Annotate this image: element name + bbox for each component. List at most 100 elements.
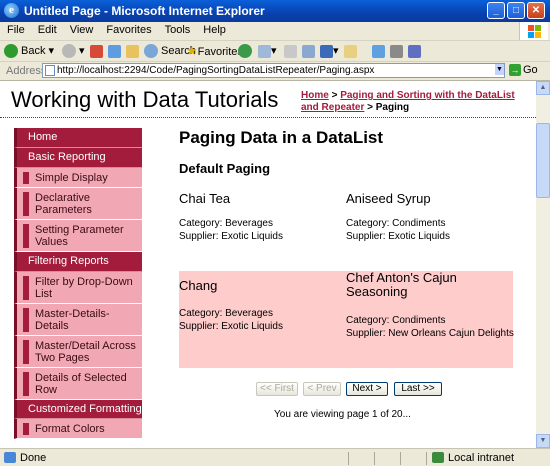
product-supplier: Supplier: Exotic Liquids [346, 231, 450, 242]
window-title-bar: e Untitled Page - Microsoft Internet Exp… [0, 0, 550, 22]
sidebar-item-declarative-parameters[interactable]: Declarative Parameters [14, 188, 142, 220]
ie-logo-icon: e [4, 3, 19, 18]
windows-flag-icon [519, 22, 548, 40]
breadcrumb-current: Paging [375, 102, 410, 113]
scroll-down-icon[interactable]: ▼ [536, 434, 550, 448]
research-icon [390, 44, 403, 58]
research-button[interactable] [390, 43, 403, 59]
product-item: Chai Tea Category: Beverages Supplier: E… [179, 191, 345, 251]
product-name: Aniseed Syrup [346, 191, 431, 206]
address-dropdown-icon[interactable]: ▼ [495, 64, 504, 75]
product-supplier: Supplier: Exotic Liquids [179, 321, 283, 332]
sidebar-item-format-colors[interactable]: Format Colors [14, 419, 142, 439]
mail-icon [284, 44, 297, 58]
go-arrow-icon: → [509, 64, 521, 77]
menu-edit[interactable]: Edit [31, 22, 63, 36]
address-input[interactable]: http://localhost:2294/Code/PagingSorting… [42, 63, 505, 78]
status-bar: Done Local intranet [0, 448, 550, 466]
go-button[interactable]: → Go [509, 64, 538, 77]
tools-extra-button[interactable] [408, 43, 421, 59]
favorites-button[interactable]: ★Favorites [186, 43, 243, 59]
tools-extra-icon [408, 44, 421, 58]
discuss-icon [344, 44, 357, 58]
sidebar-item-basic-reporting[interactable]: Basic Reporting [14, 148, 142, 168]
sidebar: Home Basic Reporting Simple Display Decl… [14, 128, 142, 439]
toolbar: Back ▾ ▾ Search ★Favorites ▾ ▾ [0, 41, 550, 62]
menu-favorites[interactable]: Favorites [99, 22, 157, 36]
back-arrow-icon [4, 44, 18, 59]
product-category: Category: Beverages [179, 218, 273, 229]
search-icon [144, 44, 158, 59]
forward-button[interactable]: ▾ [62, 43, 85, 59]
sidebar-item-master-details-details[interactable]: Master-Details-Details [14, 304, 142, 336]
page-content: Working with Data Tutorials Home > Pagin… [0, 81, 536, 448]
product-name: Chef Anton's Cajun Seasoning [346, 270, 457, 299]
refresh-button[interactable] [108, 43, 121, 59]
page-status-icon [4, 452, 16, 463]
sidebar-item-simple-display[interactable]: Simple Display [14, 168, 142, 188]
menu-bar: File Edit View Favorites Tools Help [0, 22, 550, 41]
maximize-button[interactable]: □ [507, 2, 525, 19]
product-item: Chef Anton's Cajun Seasoning Category: C… [346, 270, 514, 361]
star-icon: ★ [186, 43, 198, 58]
vertical-scrollbar[interactable]: ▲ ▼ [536, 81, 550, 448]
sidebar-item-filtering-reports[interactable]: Filtering Reports [14, 252, 142, 272]
edit-icon [320, 44, 333, 58]
menu-tools[interactable]: Tools [158, 22, 197, 36]
menu-file[interactable]: File [0, 22, 31, 36]
sidebar-item-home[interactable]: Home [14, 128, 142, 148]
mail-button[interactable] [284, 43, 297, 59]
last-page-button[interactable]: Last >> [394, 382, 442, 396]
close-button[interactable]: ✕ [527, 2, 545, 19]
sidebar-item-details-selected-row[interactable]: Details of Selected Row [14, 368, 142, 400]
refresh-icon [108, 44, 121, 58]
security-zone: Local intranet [448, 452, 515, 464]
product-item: Aniseed Syrup Category: Condiments Suppl… [346, 191, 512, 251]
breadcrumb-home-link[interactable]: Home [301, 90, 329, 101]
paging-status: You are viewing page 1 of 20... [274, 409, 411, 420]
print-button[interactable] [302, 43, 315, 59]
sidebar-item-customized-formatting[interactable]: Customized Formatting [14, 400, 142, 419]
product-item: Chang Category: Beverages Supplier: Exot… [179, 278, 345, 358]
scroll-up-icon[interactable]: ▲ [536, 81, 550, 95]
forward-arrow-icon [62, 44, 76, 59]
breadcrumb: Home > Paging and Sorting with the DataL… [301, 90, 515, 113]
edit-button[interactable]: ▾ [320, 43, 339, 59]
address-bar: Address http://localhost:2294/Code/Pagin… [0, 62, 550, 81]
first-page-button[interactable]: << First [256, 382, 298, 396]
product-name: Chai Tea [179, 191, 231, 206]
scroll-thumb[interactable] [536, 123, 550, 198]
product-category: Category: Beverages [179, 308, 273, 319]
status-text: Done [20, 452, 47, 464]
site-title: Working with Data Tutorials [11, 87, 279, 112]
sidebar-item-master-detail-two-pages[interactable]: Master/Detail Across Two Pages [14, 336, 142, 368]
page-title: Paging Data in a DataList [179, 128, 384, 147]
address-url: http://localhost:2294/Code/PagingSorting… [57, 65, 375, 76]
product-supplier: Supplier: Exotic Liquids [179, 231, 283, 242]
history-button[interactable]: ▾ [258, 43, 277, 59]
window-title: Untitled Page - Microsoft Internet Explo… [24, 4, 265, 18]
prev-page-button[interactable]: < Prev [303, 382, 341, 396]
messenger-button[interactable] [372, 43, 385, 59]
next-page-button[interactable]: Next > [346, 382, 388, 396]
product-category: Category: Condiments [346, 218, 446, 229]
sidebar-item-filter-dropdown[interactable]: Filter by Drop-Down List [14, 272, 142, 304]
address-label: Address [6, 65, 47, 77]
stop-button[interactable] [90, 43, 103, 59]
menu-help[interactable]: Help [196, 22, 232, 36]
media-button[interactable] [238, 43, 255, 59]
home-icon [126, 44, 139, 58]
discuss-button[interactable] [344, 43, 357, 59]
page-icon [45, 65, 55, 76]
product-supplier: Supplier: New Orleans Cajun Delights [346, 328, 514, 339]
product-category: Category: Condiments [346, 315, 446, 326]
intranet-zone-icon [432, 452, 444, 463]
back-button[interactable]: Back ▾ [4, 43, 54, 59]
sidebar-item-setting-parameter-values[interactable]: Setting Parameter Values [14, 220, 142, 252]
menu-view[interactable]: View [63, 22, 100, 36]
header-divider [0, 117, 536, 118]
site-header: Working with Data Tutorials Home > Pagin… [0, 81, 536, 117]
minimize-button[interactable]: _ [487, 2, 505, 19]
alternating-row: Chang Category: Beverages Supplier: Exot… [179, 270, 514, 368]
home-button[interactable] [126, 43, 139, 59]
